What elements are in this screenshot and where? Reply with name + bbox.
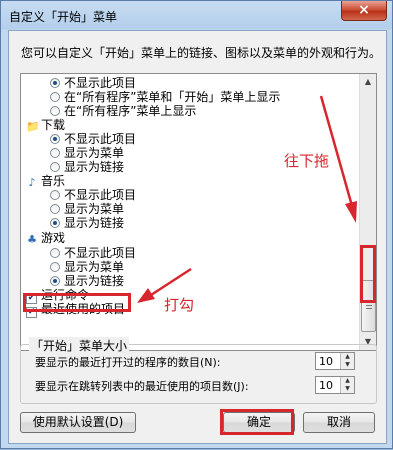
download-icon: 📁 xyxy=(26,120,40,133)
radio-option[interactable]: 不显示此项目 xyxy=(50,132,136,146)
menu-size-title: 「开始」菜单大小 xyxy=(29,337,130,354)
option-label: 不显示此项目 xyxy=(64,76,137,90)
option-label: 显示为链接 xyxy=(64,160,125,174)
option-label: 显示为链接 xyxy=(64,274,125,288)
option-label: 在“所有程序”菜单上显示 xyxy=(64,104,197,118)
games-icon: ♣ xyxy=(27,233,37,246)
option-label: 不显示此项目 xyxy=(64,132,137,146)
radio-option[interactable]: 显示为链接 xyxy=(50,216,124,230)
drag-down-annotation: 往下拖 xyxy=(284,152,330,170)
radio-unselected-icon[interactable] xyxy=(50,162,60,172)
radio-unselected-icon[interactable] xyxy=(50,262,60,272)
grip-line xyxy=(366,308,372,309)
radio-selected-icon[interactable] xyxy=(50,276,60,286)
grip-line xyxy=(366,305,372,306)
music-icon: ♪ xyxy=(28,176,36,189)
vertical-scrollbar[interactable]: ▲ ▼ xyxy=(359,74,376,350)
radio-option[interactable]: 显示为菜单 xyxy=(50,202,124,216)
scroll-up-arrow-icon[interactable]: ▲ xyxy=(360,74,376,90)
radio-unselected-icon[interactable] xyxy=(50,190,60,200)
cancel-button[interactable]: 取消 xyxy=(303,412,375,433)
category-header: ♪ 音乐 xyxy=(26,174,66,189)
category-header: 📁下载 xyxy=(26,118,66,133)
radio-option[interactable]: 显示为链接 xyxy=(50,274,124,288)
option-label: 显示为菜单 xyxy=(64,146,125,160)
recent-items-highlight-box xyxy=(23,293,131,312)
close-icon: × xyxy=(358,2,370,18)
radio-unselected-icon[interactable] xyxy=(50,204,60,214)
radio-selected-icon[interactable] xyxy=(50,134,60,144)
option-label: 显示为菜单 xyxy=(64,202,125,216)
scrollbar-highlight-box xyxy=(360,245,376,303)
window-title: 自定义「开始」菜单 xyxy=(9,10,118,24)
category-header: ♣ 游戏 xyxy=(26,231,66,246)
check-it-annotation: 打勾 xyxy=(164,296,195,314)
option-label: 音乐 xyxy=(41,174,66,188)
radio-option[interactable]: 不显示此项目 xyxy=(50,246,136,260)
radio-unselected-icon[interactable] xyxy=(50,248,60,258)
radio-unselected-icon[interactable] xyxy=(50,92,60,102)
radio-option[interactable]: 不显示此项目 xyxy=(50,76,136,90)
close-button[interactable]: × xyxy=(341,1,387,21)
option-label: 游戏 xyxy=(41,231,66,245)
option-label: 下载 xyxy=(41,118,66,132)
jumplist-label: 要显示在跳转列表中的最近使用的项目数(J): xyxy=(35,380,249,393)
intro-text: 您可以自定义「开始」菜单上的链接、图标以及菜单的外观和行为。 xyxy=(21,46,382,60)
radio-selected-icon[interactable] xyxy=(50,218,60,228)
stepper-arrows-icon[interactable]: ▲ ▼ xyxy=(340,353,354,369)
dialog-body: 您可以自定义「开始」菜单上的链接、图标以及菜单的外观和行为。 不显示此项目 在“所… xyxy=(8,30,387,444)
radio-unselected-icon[interactable] xyxy=(50,106,60,116)
radio-selected-icon[interactable] xyxy=(50,78,60,88)
option-label: 显示为链接 xyxy=(64,216,125,230)
option-label: 在“所有程序”菜单和「开始」菜单上显示 xyxy=(64,90,281,104)
radio-option[interactable]: 显示为菜单 xyxy=(50,146,124,160)
option-label: 不显示此项目 xyxy=(64,246,137,260)
stepper-arrows-icon[interactable]: ▲ ▼ xyxy=(340,377,354,393)
radio-option[interactable]: 在“所有程序”菜单上显示 xyxy=(50,104,196,118)
option-label: 显示为菜单 xyxy=(64,260,125,274)
radio-unselected-icon[interactable] xyxy=(50,148,60,158)
ok-button-highlight-box xyxy=(220,409,294,435)
option-label: 不显示此项目 xyxy=(64,188,137,202)
use-defaults-button[interactable]: 使用默认设置(D) xyxy=(20,412,136,433)
radio-option[interactable]: 在“所有程序”菜单和「开始」菜单上显示 xyxy=(50,90,280,104)
customize-start-menu-dialog: 自定义「开始」菜单 × 您可以自定义「开始」菜单上的链接、图标以及菜单的外观和行… xyxy=(0,0,393,449)
jumplist-value[interactable]: 10 xyxy=(319,379,333,392)
radio-option[interactable]: 不显示此项目 xyxy=(50,188,136,202)
recent-programs-label: 要显示的最近打开过的程序的数目(N): xyxy=(35,356,221,369)
title-bar: 自定义「开始」菜单 xyxy=(1,1,392,29)
jumplist-stepper[interactable]: 10 ▲ ▼ xyxy=(315,376,355,394)
radio-option[interactable]: 显示为菜单 xyxy=(50,260,124,274)
radio-option[interactable]: 显示为链接 xyxy=(50,160,124,174)
recent-programs-value[interactable]: 10 xyxy=(319,355,333,368)
menu-size-group: 「开始」菜单大小 要显示的最近打开过的程序的数目(N): 10 ▲ ▼ 要显示在跳… xyxy=(20,337,377,404)
recent-programs-stepper[interactable]: 10 ▲ ▼ xyxy=(315,352,355,370)
